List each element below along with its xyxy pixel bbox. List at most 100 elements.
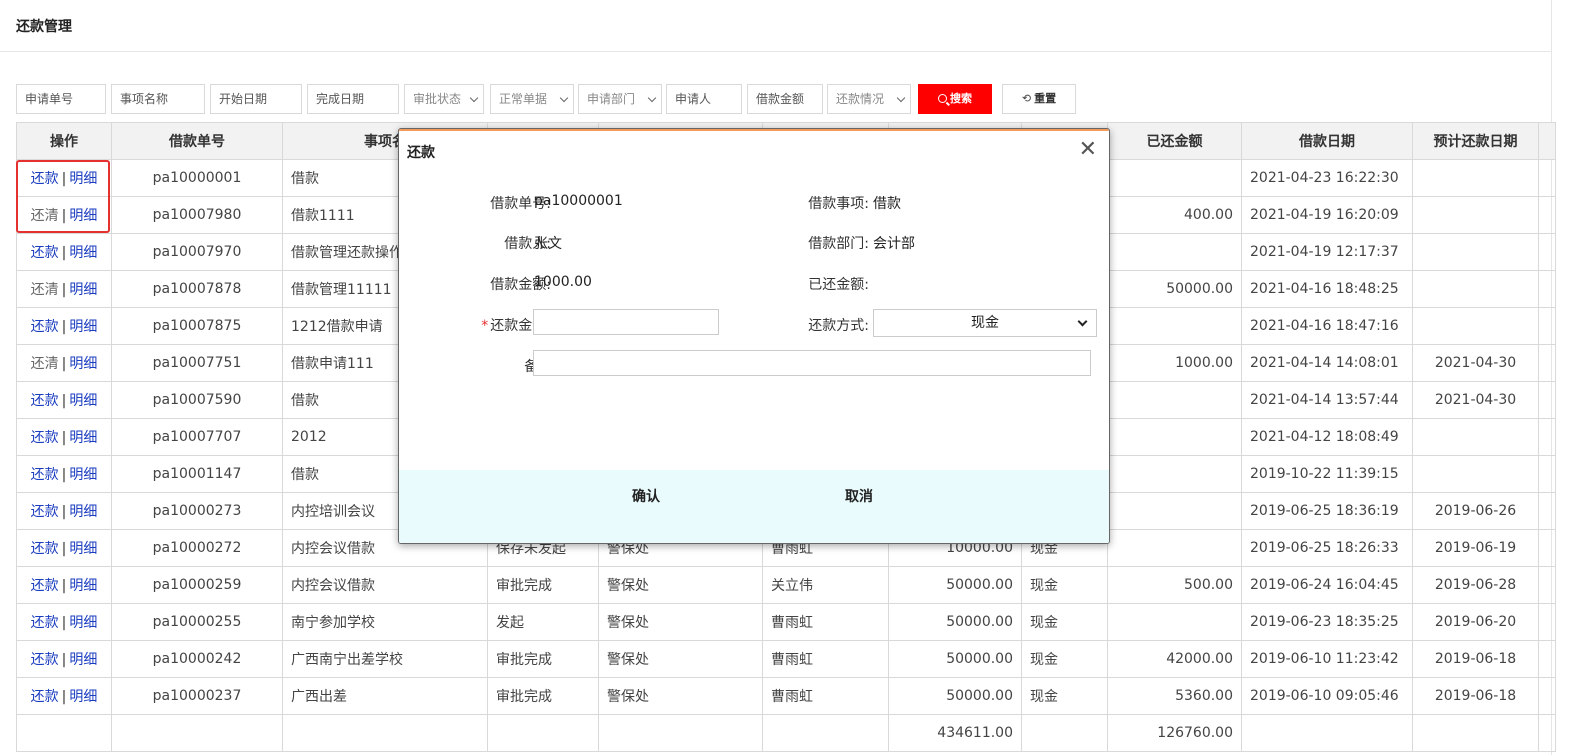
person-cell: 曹雨虹 [762, 640, 889, 678]
detail-link[interactable]: 明细 [69, 578, 97, 594]
repay-link[interactable]: 还款 [31, 430, 59, 446]
paid-off-link[interactable]: 还清 [31, 282, 59, 298]
repaid-cell: 500.00 [1107, 566, 1242, 604]
detail-link[interactable]: 明细 [69, 319, 97, 335]
detail-link[interactable]: 明细 [69, 689, 97, 705]
detail-link[interactable]: 明细 [69, 356, 97, 372]
loan-date-cell: 2019-06-24 16:04:45 [1241, 566, 1413, 604]
extra-cell [1538, 270, 1556, 308]
paid-off-link[interactable]: 还清 [31, 356, 59, 372]
totals-empty-cell [762, 714, 889, 752]
extra-cell [1538, 159, 1556, 197]
due-date-cell: 2021-04-30 [1412, 344, 1539, 382]
repay-link[interactable]: 还款 [31, 245, 59, 261]
due-date-cell: 2019-06-18 [1412, 640, 1539, 678]
due-date-cell [1412, 418, 1539, 456]
separator: | [61, 319, 67, 335]
repay-link[interactable]: 还款 [31, 393, 59, 409]
extra-cell [1538, 381, 1556, 419]
applicant-input[interactable]: 申请人 [666, 84, 742, 114]
repay-method-select[interactable]: 现金 [873, 309, 1097, 337]
amount-cell: 50000.00 [888, 603, 1022, 641]
repay-method-value: 现金 [971, 315, 999, 331]
repay-link[interactable]: 还款 [31, 541, 59, 557]
amount-cell: 50000.00 [888, 566, 1022, 604]
detail-link[interactable]: 明细 [69, 541, 97, 557]
loan-date-cell: 2019-06-25 18:36:19 [1241, 492, 1413, 530]
close-icon[interactable]: ✕ [1079, 137, 1097, 162]
extra-cell [1538, 566, 1556, 604]
detail-link[interactable]: 明细 [69, 652, 97, 668]
totals-empty-cell [487, 714, 599, 752]
loan-date-cell: 2019-06-10 11:23:42 [1241, 640, 1413, 678]
col-header: 预计还款日期 [1412, 122, 1539, 160]
loan-no-cell: pa10000237 [111, 677, 283, 715]
status-cell: 发起 [487, 603, 599, 641]
chevron-down-icon [896, 93, 906, 103]
loan-date-cell: 2019-06-10 09:05:46 [1241, 677, 1413, 715]
due-date-cell: 2019-06-28 [1412, 566, 1539, 604]
repay-status-select[interactable]: 还款情况 [827, 84, 911, 114]
dept-cell: 警保处 [598, 566, 763, 604]
col-header: 操作 [16, 122, 112, 160]
start-date-input[interactable]: 开始日期 [210, 84, 302, 114]
repay-link[interactable]: 还款 [31, 689, 59, 705]
detail-link[interactable]: 明细 [69, 245, 97, 261]
row-actions: 还款 | 明细 [16, 603, 112, 641]
search-button[interactable]: 搜索 [918, 84, 992, 114]
due-date-cell: 2019-06-26 [1412, 492, 1539, 530]
detail-link[interactable]: 明细 [69, 430, 97, 446]
dept-label: 申请部门 [587, 92, 636, 106]
confirm-button[interactable]: 确认 [632, 486, 660, 506]
highlight-box [16, 160, 110, 233]
loan-amount-value: 1000.00 [534, 274, 592, 290]
separator: | [61, 430, 67, 446]
detail-link[interactable]: 明细 [69, 467, 97, 483]
loan-no-cell: pa10007707 [111, 418, 283, 456]
repay-link[interactable]: 还款 [31, 652, 59, 668]
dept-cell: 警保处 [598, 677, 763, 715]
cancel-button[interactable]: 取消 [845, 486, 873, 506]
detail-link[interactable]: 明细 [69, 393, 97, 409]
apply-no-input[interactable]: 申请单号 [16, 84, 106, 114]
detail-link[interactable]: 明细 [69, 615, 97, 631]
repay-link[interactable]: 还款 [31, 615, 59, 631]
chevron-down-icon [559, 93, 569, 103]
dept-select[interactable]: 申请部门 [578, 84, 662, 114]
due-date-cell [1412, 455, 1539, 493]
doc-type-select[interactable]: 正常单据 [490, 84, 574, 114]
person-cell: 曹雨虹 [762, 603, 889, 641]
loan-no-cell: pa10007875 [111, 307, 283, 345]
separator: | [61, 541, 67, 557]
loan-no-cell: pa10000255 [111, 603, 283, 641]
repaid-cell: 400.00 [1107, 196, 1242, 234]
totals-empty-cell [111, 714, 283, 752]
totals-empty-cell [16, 714, 112, 752]
amount-input[interactable]: 借款金额 [747, 84, 823, 114]
repay-link[interactable]: 还款 [31, 504, 59, 520]
detail-link[interactable]: 明细 [69, 504, 97, 520]
repaid-cell [1107, 381, 1242, 419]
loan-date-cell: 2019-10-22 11:39:15 [1241, 455, 1413, 493]
due-date-cell [1412, 307, 1539, 345]
item-name-input[interactable]: 事项名称 [111, 84, 205, 114]
end-date-input[interactable]: 完成日期 [307, 84, 399, 114]
loan-no-cell: pa10007751 [111, 344, 283, 382]
loan-no-cell: pa10007878 [111, 270, 283, 308]
separator: | [61, 578, 67, 594]
reset-button[interactable]: ⟲ 重置 [1002, 84, 1076, 114]
note-input[interactable] [533, 350, 1091, 376]
due-date-cell: 2021-04-30 [1412, 381, 1539, 419]
extra-cell [1538, 307, 1556, 345]
extra-cell [1538, 640, 1556, 678]
extra-cell [1538, 196, 1556, 234]
due-date-cell [1412, 233, 1539, 271]
borrower-value: 张文 [534, 236, 562, 252]
repay-link[interactable]: 还款 [31, 467, 59, 483]
row-actions: 还款 | 明细 [16, 640, 112, 678]
detail-link[interactable]: 明细 [69, 282, 97, 298]
approval-status-select[interactable]: 审批状态 [404, 84, 484, 114]
repay-link[interactable]: 还款 [31, 578, 59, 594]
repay-amount-input[interactable] [533, 309, 719, 335]
repay-link[interactable]: 还款 [31, 319, 59, 335]
